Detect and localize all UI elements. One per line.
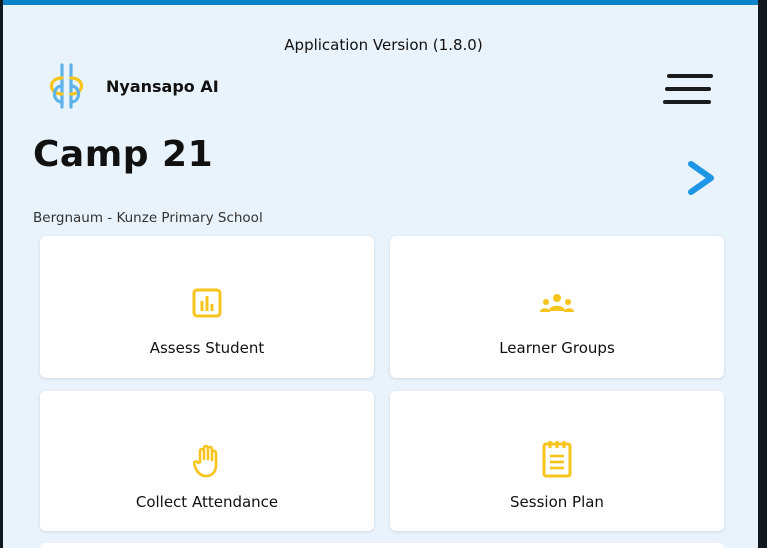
people-group-icon bbox=[540, 294, 574, 312]
raised-hand-icon bbox=[193, 444, 218, 478]
assess-student-label: Assess Student bbox=[149, 339, 265, 357]
left-frame-edge bbox=[0, 0, 3, 548]
brand: Nyansapo AI bbox=[44, 62, 219, 110]
learner-groups-label: Learner Groups bbox=[499, 339, 615, 357]
collect-attendance-label: Collect Attendance bbox=[135, 493, 279, 511]
assess-student-card[interactable]: Assess Student bbox=[40, 236, 374, 378]
next-card-partial[interactable] bbox=[40, 543, 724, 548]
right-frame-edge bbox=[758, 0, 767, 548]
top-accent-bar bbox=[0, 0, 767, 5]
app-version: Application Version (1.8.0) bbox=[284, 36, 483, 54]
hamburger-menu-icon[interactable] bbox=[663, 74, 713, 106]
collect-attendance-card[interactable]: Collect Attendance bbox=[40, 391, 374, 531]
nyansapo-logo-icon bbox=[49, 63, 84, 109]
camp-title: Camp 21 bbox=[33, 134, 214, 175]
chevron-right-icon[interactable] bbox=[686, 160, 718, 196]
app-name: Nyansapo AI bbox=[106, 76, 219, 96]
school-name: Bergnaum - Kunze Primary School bbox=[33, 210, 263, 226]
bar-chart-icon bbox=[192, 288, 222, 318]
session-plan-label: Session Plan bbox=[510, 493, 604, 511]
notepad-icon bbox=[542, 441, 572, 478]
learner-groups-card[interactable]: Learner Groups bbox=[390, 236, 724, 378]
session-plan-card[interactable]: Session Plan bbox=[390, 391, 724, 531]
